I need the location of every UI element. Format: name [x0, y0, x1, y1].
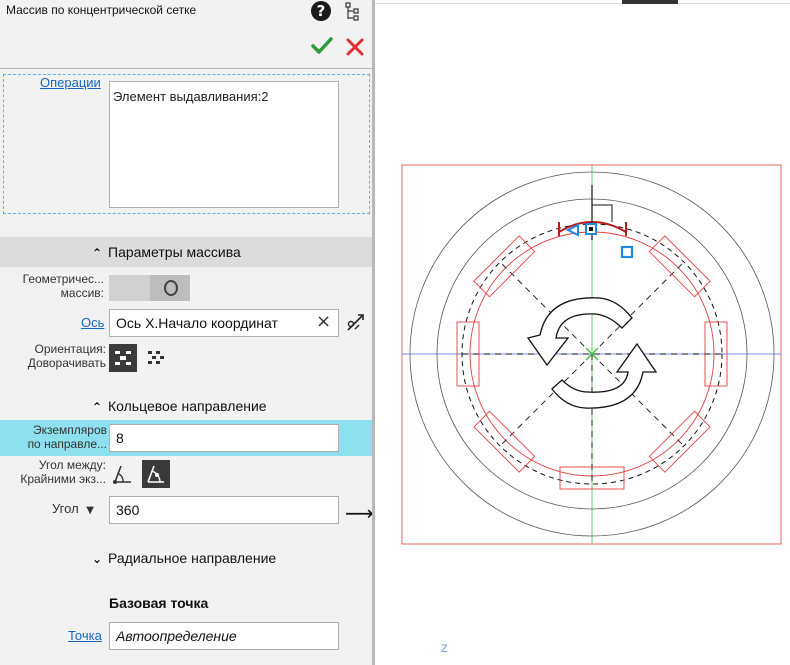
- geometric-array-label-line2: массив:: [60, 286, 104, 300]
- chevron-up-icon: ⌃: [92, 246, 103, 260]
- base-point-heading: Базовая точка: [109, 595, 209, 611]
- orientation-label-line2: Доворачивать: [27, 356, 106, 370]
- ring-direction-heading-text: Кольцевое направление: [108, 398, 267, 414]
- instances-label: Экземпляров по направле...: [0, 423, 107, 451]
- axis-field[interactable]: Ось X.Начало координат: [109, 309, 339, 337]
- axis-pick-icon[interactable]: [344, 312, 368, 334]
- radial-direction-heading[interactable]: ⌄ Радиальное направление: [92, 550, 276, 566]
- axis-link[interactable]: Ось: [81, 315, 104, 330]
- array-params-heading[interactable]: ⌃ Параметры массива: [92, 244, 241, 260]
- rotate-arrow-upper-icon[interactable]: [526, 297, 633, 367]
- list-item[interactable]: Элемент выдавливания:2: [113, 89, 335, 104]
- ring-direction-heading[interactable]: ⌃ Кольцевое направление: [92, 398, 267, 414]
- drag-handle[interactable]: [620, 245, 634, 259]
- orientation-parallel-button[interactable]: [142, 344, 170, 372]
- instances-count-field[interactable]: 8: [109, 424, 339, 452]
- orientation-label-line1: Ориентация:: [34, 342, 106, 356]
- angle-field[interactable]: 360: [109, 496, 339, 524]
- chevron-up-icon: ⌃: [92, 400, 103, 414]
- instances-label-line2: по направле...: [27, 437, 107, 451]
- chevron-down-icon: ⌄: [92, 552, 103, 566]
- direction-arrow-icon[interactable]: ⟶: [345, 501, 372, 525]
- point-field[interactable]: Автоопределение: [109, 622, 339, 650]
- geometric-array-label-line1: Геометричес...: [22, 272, 104, 286]
- array-params-heading-text: Параметры массива: [108, 244, 241, 260]
- sketch-drawing[interactable]: [375, 0, 790, 665]
- radial-direction-heading-text: Радиальное направление: [108, 550, 277, 566]
- header-divider: [0, 68, 372, 69]
- angle-label[interactable]: Угол ▼: [52, 502, 94, 518]
- toggle-state-icon: [164, 280, 178, 296]
- ok-checkmark-icon[interactable]: [311, 36, 333, 56]
- clear-axis-icon[interactable]: ×: [316, 311, 331, 332]
- panel-header: Массив по концентрической сетке ?: [0, 0, 372, 68]
- instances-label-line1: Экземпляров: [32, 423, 107, 437]
- point-link[interactable]: Точка: [68, 628, 102, 643]
- orientation-rotate-button[interactable]: [109, 344, 137, 372]
- angle-between-extreme-button[interactable]: [142, 460, 170, 488]
- geometric-array-label: Геометричес... массив:: [0, 272, 104, 300]
- orientation-label: Ориентация: Доворачивать: [0, 342, 106, 370]
- operations-list[interactable]: Элемент выдавливания:2: [109, 81, 339, 208]
- angle-between-adjacent-button[interactable]: [109, 460, 137, 488]
- panel-title: Массив по концентрической сетке: [6, 3, 197, 17]
- axis-marker: [592, 204, 613, 222]
- angle-between-label: Угол между: Крайними экз...: [0, 458, 106, 486]
- property-panel: Массив по концентрической сетке ? Операц…: [0, 0, 372, 665]
- chevron-down-icon[interactable]: ▼: [86, 505, 94, 516]
- angle-between-label-line1: Угол между:: [38, 458, 106, 472]
- help-icon[interactable]: ?: [311, 1, 331, 21]
- angle-label-text: Угол: [52, 501, 79, 516]
- operations-link[interactable]: Операции: [40, 75, 101, 90]
- cancel-cross-icon[interactable]: [345, 37, 365, 57]
- angle-between-label-line2: Крайними экз...: [20, 472, 106, 486]
- tree-structure-icon[interactable]: [345, 2, 361, 22]
- z-axis-label: Z: [441, 643, 448, 655]
